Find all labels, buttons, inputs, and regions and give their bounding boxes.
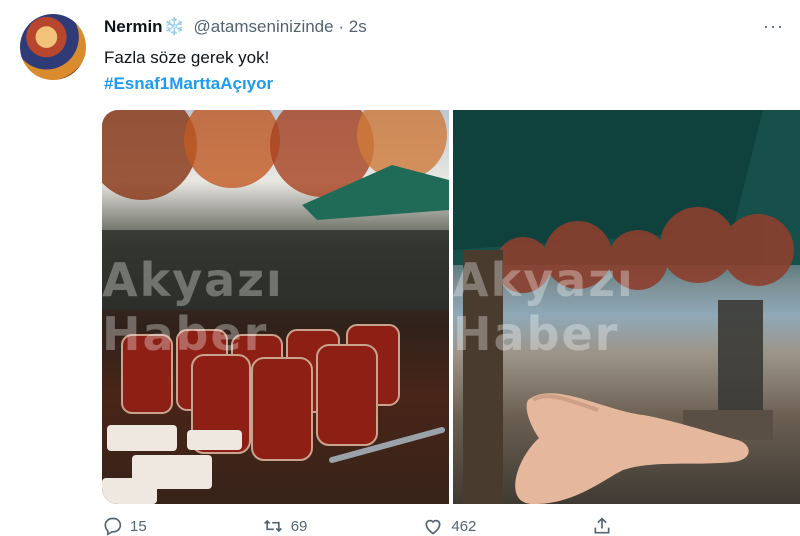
photo-tea-glasses[interactable]: Akyazı Haber — [102, 110, 449, 504]
like-button[interactable]: 462 — [423, 516, 476, 536]
separator: · — [338, 17, 344, 36]
tweet-media[interactable]: Akyazı Haber Akyazı Haber — [102, 110, 800, 504]
share-button[interactable] — [592, 516, 612, 536]
reply-button[interactable]: 15 — [102, 516, 147, 536]
retweet-button[interactable]: 69 — [263, 516, 307, 536]
like-icon — [425, 519, 441, 535]
avatar[interactable] — [20, 14, 86, 80]
retweet-icon — [263, 519, 282, 533]
share-icon — [594, 517, 610, 534]
reply-icon — [104, 517, 122, 536]
timestamp[interactable]: 2s — [349, 17, 367, 36]
hashtag-link[interactable]: #Esnaf1MarttaAçıyor — [104, 74, 273, 94]
author-handle[interactable]: @atamseninizinde — [193, 17, 333, 36]
tweet-text: Fazla söze gerek yok! — [104, 48, 270, 67]
photo-tea-glasses-illustration — [102, 110, 449, 504]
tweet-actions: 15 69 462 — [102, 516, 722, 536]
snowflake-icon: ❄️ — [163, 17, 185, 36]
author-name[interactable]: Nermin — [104, 17, 163, 36]
more-icon[interactable]: ··· — [763, 16, 784, 37]
photo-hand-view-illustration — [453, 110, 800, 504]
photo-hand-view[interactable]: Akyazı Haber — [453, 110, 800, 504]
tweet-header: Nermin❄️ @atamseninizinde · 2s — [104, 17, 367, 37]
